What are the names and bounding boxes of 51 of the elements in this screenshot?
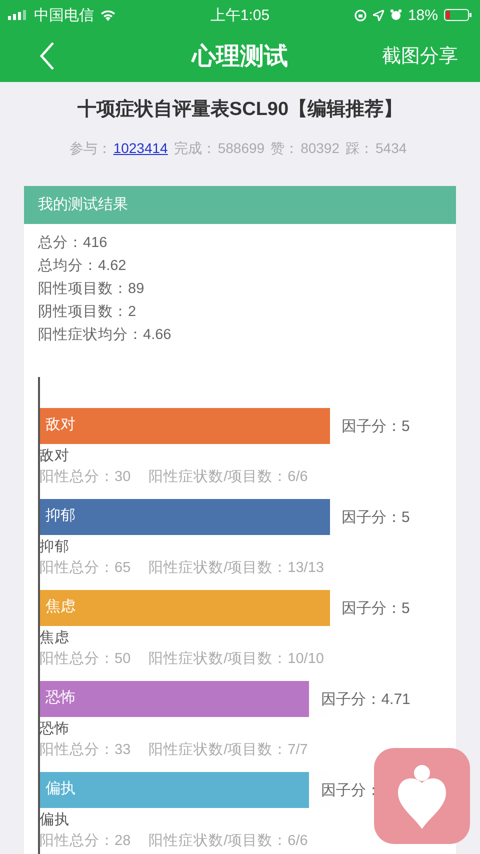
- carrier-name: 中国电信: [34, 6, 94, 24]
- factor-bar: 抑郁: [40, 499, 330, 535]
- factor-score: 因子分：4.71: [321, 690, 410, 708]
- factor-bar: 敌对: [40, 408, 330, 444]
- symptom-ratio: 阳性症状数/项目数：6/6: [148, 469, 308, 485]
- battery-percent: 18%: [408, 6, 438, 24]
- stat-label: 参与：: [69, 140, 112, 158]
- stat-label: 完成：: [174, 140, 216, 158]
- summary-line: 总分：416: [38, 234, 108, 253]
- factor-name: 敌对: [40, 447, 70, 465]
- factor-score: 因子分：5: [342, 598, 410, 618]
- summary-line: 总均分：4.62: [38, 257, 128, 276]
- factor-score: 因子分：5: [342, 508, 410, 526]
- wifi-icon: [100, 9, 116, 21]
- positive-total: 阳性总分：30: [40, 469, 131, 485]
- back-button[interactable]: [40, 42, 54, 70]
- symptom-ratio: 阳性症状数/项目数：10/10: [148, 651, 324, 667]
- positive-total: 阳性总分：33: [40, 742, 131, 758]
- heart-app-button[interactable]: [374, 748, 470, 844]
- positive-total: 阳性总分：50: [40, 651, 131, 667]
- factor-bar: 偏执: [40, 772, 310, 808]
- stat-value: 5434: [376, 140, 407, 158]
- positive-total: 阳性总分：28: [40, 833, 131, 849]
- stat-value: 588699: [218, 140, 265, 158]
- participants-link[interactable]: 1023414: [113, 140, 168, 158]
- battery-icon: [444, 9, 472, 21]
- factor-name: 焦虑: [40, 629, 70, 647]
- card-header: 我的测试结果: [24, 186, 456, 224]
- page-title: 心理测试: [192, 42, 288, 72]
- positive-total: 阳性总分：65: [40, 560, 131, 576]
- stat-value: 80392: [300, 140, 340, 158]
- status-time: 上午1:05: [210, 6, 270, 24]
- symptom-ratio: 阳性症状数/项目数：7/7: [148, 742, 308, 758]
- symptom-ratio: 阳性症状数/项目数：6/6: [148, 833, 308, 849]
- factor-name: 恐怖: [40, 720, 70, 738]
- rotation-lock-icon: [354, 8, 367, 22]
- summary-line: 阳性症状均分：4.66: [38, 326, 172, 345]
- stat-label: 赞：: [270, 140, 299, 158]
- test-title: 十项症状自评量表SCL90【编辑推荐】: [76, 98, 404, 122]
- symptom-ratio: 阳性症状数/项目数：13/13: [148, 560, 324, 576]
- summary-line: 阳性项目数：89: [38, 280, 146, 299]
- factor-bar: 恐怖: [40, 681, 310, 717]
- alarm-icon: [390, 9, 402, 21]
- stat-label: 踩：: [346, 140, 374, 158]
- factor-bar: 焦虑: [40, 590, 330, 626]
- factor-name: 抑郁: [40, 538, 70, 556]
- factor-name: 偏执: [40, 811, 70, 829]
- signal-icon: [8, 10, 28, 20]
- summary-line: 阴性项目数：2: [38, 303, 138, 322]
- factor-score: 因子分：5: [342, 416, 410, 436]
- location-icon: [372, 10, 384, 20]
